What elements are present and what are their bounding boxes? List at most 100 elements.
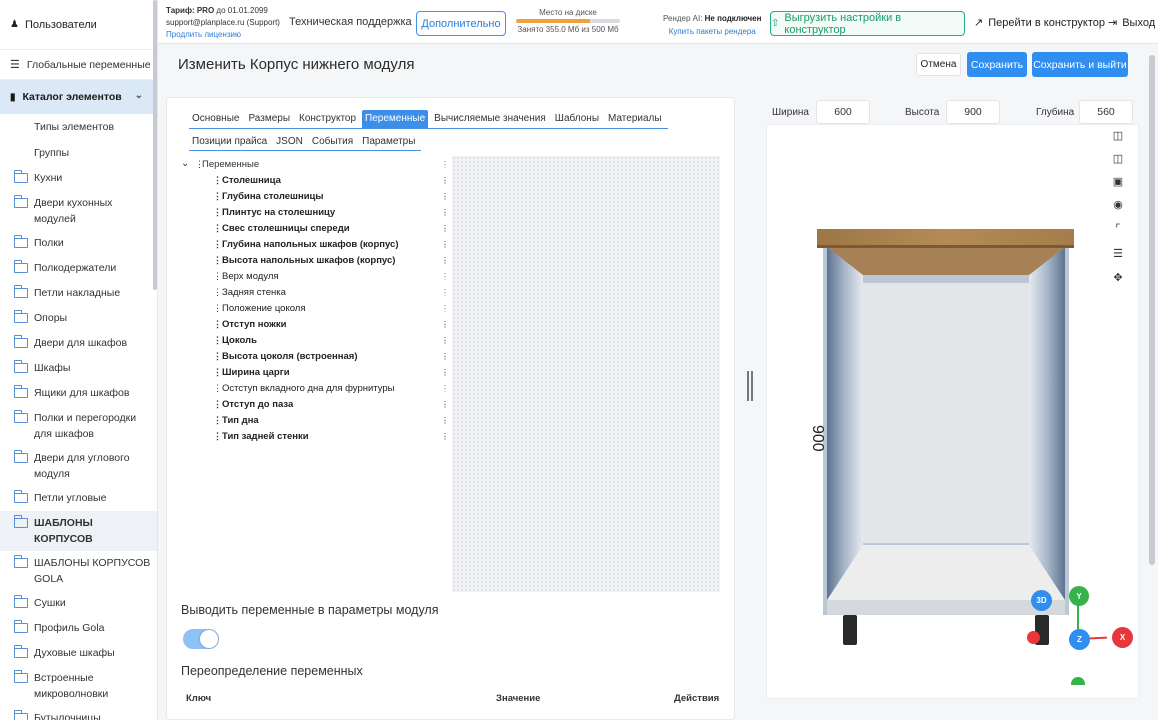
sidebar-item[interactable]: Встроенные микроволновки bbox=[0, 666, 157, 706]
tree-item[interactable]: ⋮ Тип задней стенки ⋮ bbox=[181, 428, 449, 444]
sidebar-item[interactable]: Двери кухонных модулей bbox=[0, 191, 157, 231]
x-axis-handle[interactable]: X bbox=[1112, 627, 1133, 648]
drag-handle-icon[interactable]: ⋮ bbox=[195, 159, 204, 168]
drag-handle-icon[interactable]: ⋮ bbox=[213, 223, 222, 232]
sidebar-item-users[interactable]: ♟ Пользователи bbox=[0, 0, 157, 50]
tab-2[interactable]: Конструктор bbox=[296, 110, 359, 128]
save-button[interactable]: Сохранить bbox=[967, 52, 1027, 77]
more-icon[interactable]: ⋮ bbox=[441, 240, 449, 249]
tree-item[interactable]: ⋮ Свес столешницы спереди ⋮ bbox=[181, 220, 449, 236]
menu-icon[interactable]: ☰ bbox=[1111, 246, 1125, 260]
drag-handle-icon[interactable]: ⋮ bbox=[213, 367, 222, 376]
sidebar-item[interactable]: Петли угловые bbox=[0, 486, 157, 511]
sidebar-item[interactable]: Опоры bbox=[0, 306, 157, 331]
sidebar-item[interactable]: Полки bbox=[0, 231, 157, 256]
more-icon[interactable]: ⋮ bbox=[441, 352, 449, 361]
export-settings-button[interactable]: ⇧ Выгрузить настройки в конструктор bbox=[770, 11, 965, 36]
subtab-1[interactable]: JSON bbox=[273, 133, 306, 150]
sidebar-item[interactable]: Кухни bbox=[0, 166, 157, 191]
neg-x-handle[interactable] bbox=[1027, 631, 1040, 644]
drag-handle-icon[interactable]: ⋮ bbox=[213, 431, 222, 440]
tab-0[interactable]: Основные bbox=[189, 110, 242, 128]
tab-4[interactable]: Вычисляемые значения bbox=[431, 110, 549, 128]
tab-1[interactable]: Размеры bbox=[245, 110, 293, 128]
drag-handle-icon[interactable]: ⋮ bbox=[213, 335, 222, 344]
tree-item[interactable]: ⋮ Отступ ножки ⋮ bbox=[181, 316, 449, 332]
drag-handle-icon[interactable]: ⋮ bbox=[213, 399, 222, 408]
subtab-0[interactable]: Позиции прайса bbox=[189, 133, 270, 150]
tree-item[interactable]: ⋮ Тип дна ⋮ bbox=[181, 412, 449, 428]
tab-6[interactable]: Материалы bbox=[605, 110, 665, 128]
tree-root[interactable]: ⌄ ⋮ Переменные ⋮ bbox=[181, 156, 449, 172]
sidebar-item-element-types[interactable]: Типы элементов bbox=[0, 114, 157, 140]
support-email[interactable]: support@planplace.ru (Support) bbox=[166, 17, 280, 29]
drag-handle-icon[interactable]: ⋮ bbox=[213, 383, 222, 392]
front-view-icon[interactable]: ◫ bbox=[1111, 128, 1125, 142]
more-icon[interactable]: ⋮ bbox=[441, 224, 449, 233]
sidebar-item-groups[interactable]: Группы bbox=[0, 140, 157, 166]
sidebar-item[interactable]: Двери для шкафов bbox=[0, 331, 157, 356]
tree-item[interactable]: ⋮ Высота напольных шкафов (корпус) ⋮ bbox=[181, 252, 449, 268]
sidebar-item[interactable]: ШАБЛОНЫ КОРПУСОВ GOLA bbox=[0, 551, 157, 591]
sidebar-item[interactable]: Ящики для шкафов bbox=[0, 381, 157, 406]
more-icon[interactable]: ⋮ bbox=[441, 272, 449, 281]
zoom-fit-icon[interactable]: ▣ bbox=[1111, 174, 1125, 188]
drag-handle-icon[interactable]: ⋮ bbox=[213, 191, 222, 200]
sidebar-item[interactable]: Духовые шкафы bbox=[0, 641, 157, 666]
subtab-2[interactable]: События bbox=[309, 133, 356, 150]
sidebar-item[interactable]: Полки и перегородки для шкафов bbox=[0, 406, 157, 446]
side-view-icon[interactable]: ◫ bbox=[1111, 151, 1125, 165]
tree-item[interactable]: ⋮ Глубина напольных шкафов (корпус) ⋮ bbox=[181, 236, 449, 252]
drag-handle-icon[interactable]: ⋮ bbox=[213, 255, 222, 264]
buy-render-link[interactable]: Купить пакеты рендера bbox=[663, 25, 761, 38]
more-icon[interactable]: ⋮ bbox=[441, 304, 449, 313]
height-input[interactable]: 900 bbox=[946, 100, 1000, 124]
page-scrollbar[interactable] bbox=[1149, 55, 1155, 565]
tech-support-link[interactable]: Техническая поддержка bbox=[289, 16, 412, 28]
more-icon[interactable]: ⋮ bbox=[441, 288, 449, 297]
drag-handle-icon[interactable]: ⋮ bbox=[213, 175, 222, 184]
tree-item[interactable]: ⋮ Цоколь ⋮ bbox=[181, 332, 449, 348]
more-icon[interactable]: ⋮ bbox=[441, 368, 449, 377]
drag-handle-icon[interactable]: ⋮ bbox=[213, 303, 222, 312]
save-exit-button[interactable]: Сохранить и выйти bbox=[1032, 52, 1128, 77]
tree-item[interactable]: ⋮ Плинтус на столешницу ⋮ bbox=[181, 204, 449, 220]
cancel-button[interactable]: Отмена bbox=[916, 53, 961, 76]
corner-icon[interactable]: ⌜ bbox=[1111, 221, 1125, 235]
sidebar-item[interactable]: Профиль Gola bbox=[0, 616, 157, 641]
sidebar-item[interactable]: Двери для углового модуля bbox=[0, 446, 157, 486]
tree-item[interactable]: ⋮ Отступ до паза ⋮ bbox=[181, 396, 449, 412]
more-icon[interactable]: ⋮ bbox=[441, 384, 449, 393]
drag-handle-icon[interactable]: ⋮ bbox=[213, 239, 222, 248]
panel-splitter[interactable] bbox=[747, 371, 753, 401]
show-vars-toggle[interactable] bbox=[183, 629, 219, 649]
more-icon[interactable]: ⋮ bbox=[441, 432, 449, 441]
sidebar-item-catalog[interactable]: ▮ Каталог элементов ⌄ bbox=[0, 80, 157, 114]
tree-item[interactable]: ⋮ Задняя стенка ⋮ bbox=[181, 284, 449, 300]
extend-license-link[interactable]: Продлить лицензию bbox=[166, 29, 280, 41]
sidebar-item[interactable]: Бутылочницы bbox=[0, 706, 157, 720]
more-icon[interactable]: ⋮ bbox=[441, 320, 449, 329]
tab-3[interactable]: Переменные bbox=[362, 110, 429, 128]
sidebar-item[interactable]: Петли накладные bbox=[0, 281, 157, 306]
z-axis-handle[interactable]: Z bbox=[1069, 629, 1090, 650]
logout-link[interactable]: ⇥ Выход bbox=[1108, 16, 1155, 30]
sidebar-item-global-vars[interactable]: ☰ Глобальные переменные bbox=[0, 50, 157, 80]
more-icon[interactable]: ⋮ bbox=[441, 208, 449, 217]
depth-input[interactable]: 560 bbox=[1079, 100, 1133, 124]
tab-5[interactable]: Шаблоны bbox=[552, 110, 602, 128]
tree-item[interactable]: ⋮ Остступ вкладного дна для фурнитуры ⋮ bbox=[181, 380, 449, 396]
drag-handle-icon[interactable]: ⋮ bbox=[213, 207, 222, 216]
move-icon[interactable]: ✥ bbox=[1111, 270, 1125, 284]
drag-handle-icon[interactable]: ⋮ bbox=[213, 287, 222, 296]
more-icon[interactable]: ⋮ bbox=[441, 160, 449, 169]
sidebar-scrollbar[interactable] bbox=[153, 0, 157, 290]
width-input[interactable]: 600 bbox=[816, 100, 870, 124]
tree-item[interactable]: ⋮ Верх модуля ⋮ bbox=[181, 268, 449, 284]
sidebar-item[interactable]: Сушки bbox=[0, 591, 157, 616]
more-icon[interactable]: ⋮ bbox=[441, 176, 449, 185]
more-icon[interactable]: ⋮ bbox=[441, 192, 449, 201]
sidebar-item[interactable]: Полкодержатели bbox=[0, 256, 157, 281]
tree-item[interactable]: ⋮ Положение цоколя ⋮ bbox=[181, 300, 449, 316]
drag-handle-icon[interactable]: ⋮ bbox=[213, 319, 222, 328]
